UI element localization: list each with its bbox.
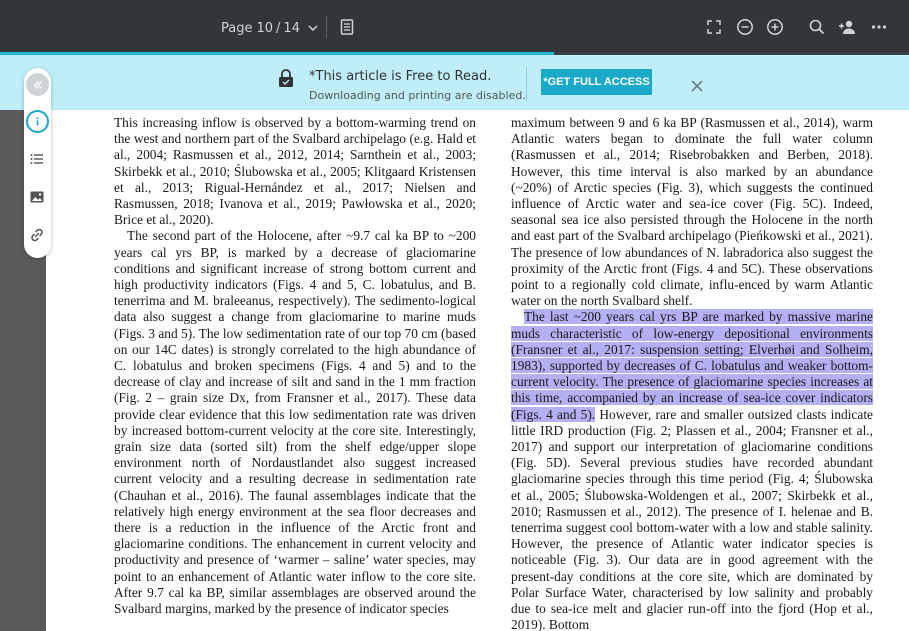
zoom-in-icon[interactable] — [765, 17, 785, 37]
top-toolbar: Page 10 / 14 — [0, 0, 909, 55]
document-viewport[interactable]: This increasing inflow is observed by a … — [0, 55, 909, 631]
page-label: Page — [221, 20, 253, 36]
image-icon[interactable] — [27, 188, 47, 206]
share-user-icon[interactable] — [837, 17, 859, 37]
collapse-icon[interactable] — [26, 73, 49, 96]
chevron-down-icon — [308, 25, 318, 32]
left-text-column: This increasing inflow is observed by a … — [114, 115, 476, 617]
banner-divider — [526, 67, 527, 101]
document-outline-icon[interactable] — [337, 17, 357, 37]
page-current: 10 — [256, 20, 274, 36]
free-article-banner: *This article is Free to Read. Downloadi… — [0, 55, 909, 110]
paragraph: This increasing inflow is observed by a … — [114, 115, 476, 228]
more-icon[interactable] — [869, 17, 889, 37]
paragraph: The second part of the Holocene, after ~… — [114, 228, 476, 617]
list-icon[interactable] — [27, 150, 47, 168]
get-full-access-button[interactable]: *GET FULL ACCESS — [541, 69, 652, 95]
fullscreen-icon[interactable] — [704, 17, 724, 37]
toolbar-divider — [326, 16, 327, 38]
zoom-out-icon[interactable] — [735, 17, 755, 37]
selected-text[interactable]: The last ~200 years cal yrs BP are marke… — [511, 309, 873, 422]
search-icon[interactable] — [807, 17, 827, 37]
page-separator: / — [276, 20, 281, 36]
right-text-column: maximum between 9 and 6 ka BP (Rasmussen… — [511, 115, 873, 631]
banner-title: *This article is Free to Read. — [309, 69, 492, 84]
paragraph: maximum between 9 and 6 ka BP (Rasmussen… — [511, 115, 873, 309]
page-total: 14 — [283, 20, 300, 36]
banner-subtitle: Downloading and printing are disabled. — [309, 89, 526, 102]
info-icon[interactable] — [26, 110, 49, 133]
page-selector[interactable]: Page 10 / 14 — [221, 17, 318, 39]
lock-icon — [279, 69, 293, 87]
paragraph: The last ~200 years cal yrs BP are marke… — [511, 309, 873, 631]
link-icon[interactable] — [27, 226, 47, 244]
document-page: This increasing inflow is observed by a … — [46, 55, 909, 631]
close-icon[interactable] — [689, 78, 705, 94]
paragraph-text: However, rare and smaller outsized clast… — [511, 406, 873, 631]
